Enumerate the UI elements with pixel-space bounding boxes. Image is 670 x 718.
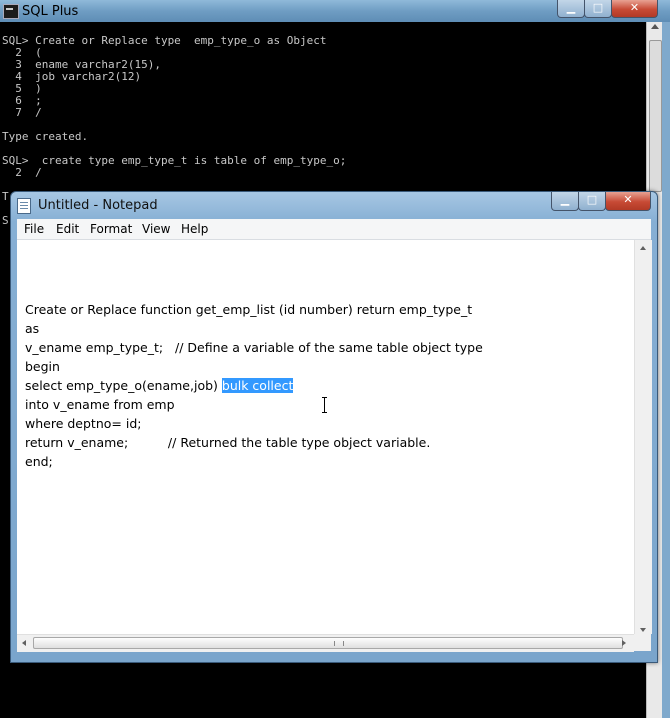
notepad-menubar: File Edit Format View Help: [17, 219, 651, 240]
menu-file[interactable]: File: [24, 222, 44, 236]
code-line: begin: [25, 359, 60, 374]
notepad-horizontal-scrollbar[interactable]: [17, 634, 634, 652]
sqlplus-titlebar[interactable]: SQL Plus ▁ □ ✕: [0, 0, 670, 22]
sqlplus-close-button[interactable]: ✕: [611, 0, 658, 18]
sqlplus-minimize-button[interactable]: ▁: [557, 0, 585, 18]
notepad-maximize-button[interactable]: □: [578, 192, 606, 211]
notepad-minimize-button[interactable]: ▁: [551, 192, 579, 211]
code-line: end;: [25, 454, 53, 469]
console-line: Type created.: [2, 130, 89, 143]
close-icon: ✕: [629, 1, 640, 14]
scroll-left-arrow-icon[interactable]: [22, 640, 26, 646]
console-line: SQL> Create or Replace type emp_type_o a…: [2, 34, 327, 47]
scroll-down-arrow-icon[interactable]: [640, 628, 646, 632]
code-line: where deptno= id;: [25, 416, 142, 431]
scroll-up-arrow-icon[interactable]: [640, 246, 646, 250]
scroll-up-arrow-icon[interactable]: [651, 24, 659, 29]
notepad-text-area[interactable]: Create or Replace function get_emp_list …: [17, 240, 634, 634]
horizontal-scroll-thumb[interactable]: [33, 637, 623, 649]
sqlplus-maximize-button[interactable]: □: [584, 0, 612, 18]
scrollbar-corner: [634, 634, 651, 651]
minimize-icon: ▁: [560, 193, 570, 206]
notepad-close-button[interactable]: ✕: [605, 192, 651, 211]
grip-icon: [334, 641, 344, 646]
code-line-text: select emp_type_o(ename,job): [25, 378, 222, 393]
console-line: 2 /: [2, 166, 42, 179]
menu-help[interactable]: Help: [181, 222, 208, 236]
sqlplus-window-border: [662, 22, 670, 718]
code-line: v_ename emp_type_t; // Define a variable…: [25, 340, 483, 355]
selected-text: bulk collect: [221, 378, 294, 393]
maximize-icon: □: [592, 1, 604, 14]
console-line: T: [2, 190, 9, 203]
code-line: Create or Replace function get_emp_list …: [25, 302, 473, 317]
notepad-window: Untitled - Notepad ▁ □ ✕ File Edit Forma…: [10, 191, 658, 663]
code-line: into v_ename from emp: [25, 397, 175, 412]
notepad-app-icon: [17, 198, 31, 214]
code-line: select emp_type_o(ename,job) bulk collec…: [25, 378, 294, 393]
close-icon: ✕: [623, 193, 633, 206]
code-line: return v_ename; // Returned the table ty…: [25, 435, 431, 450]
scroll-right-arrow-icon[interactable]: [622, 640, 626, 646]
minimize-icon: ▁: [566, 1, 576, 14]
console-line: SQL> create type emp_type_t is table of …: [2, 154, 347, 167]
code-line: as: [25, 321, 40, 336]
console-line: 7 /: [2, 106, 42, 119]
notepad-vertical-scrollbar[interactable]: [634, 240, 652, 634]
console-line: S: [2, 214, 9, 227]
menu-format[interactable]: Format: [90, 222, 132, 236]
menu-view[interactable]: View: [142, 222, 170, 236]
notepad-title: Untitled - Notepad: [38, 198, 158, 213]
console-app-icon: [3, 4, 19, 19]
sqlplus-title: SQL Plus: [22, 4, 79, 19]
menu-edit[interactable]: Edit: [56, 222, 79, 236]
maximize-icon: □: [586, 193, 598, 206]
text-cursor-icon: [322, 397, 327, 413]
scroll-thumb[interactable]: [649, 40, 662, 192]
